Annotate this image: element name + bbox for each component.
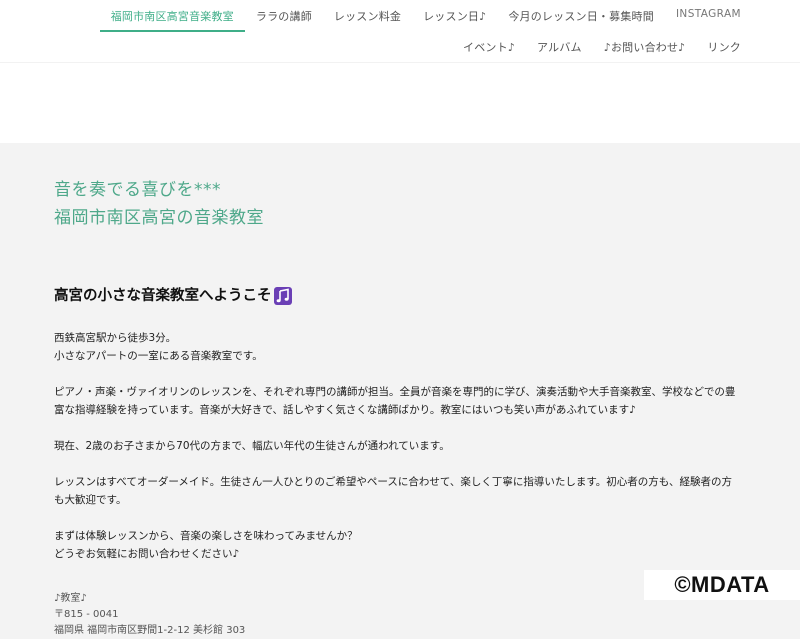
main-nav-row-1: 福岡市南区高宮音楽教室 ララの講師 レッスン料金 レッスン日♪ 今月のレッスン日… — [99, 0, 752, 32]
header-spacer — [0, 62, 800, 143]
nav-item-lesson-days[interactable]: レッスン日♪ — [412, 0, 497, 30]
paragraph-line: どうぞお気軽にお問い合わせください♪ — [54, 548, 240, 560]
intro-paragraph-lessons: レッスンはすべてオーダーメイド。生徒さん一人ひとりのご希望やペースに合わせて、楽… — [54, 473, 764, 509]
paragraph-line: も大歓迎です。 — [54, 494, 127, 506]
intro-paragraph-location: 西鉄高宮駅から徒歩3分。 小さなアパートの一室にある音楽教室です。 — [54, 329, 764, 365]
paragraph-line: ピアノ・声楽・ヴァイオリンのレッスンを、それぞれ専門の講師が担当。全員が音楽を専… — [54, 386, 736, 398]
intro-paragraph-instructors: ピアノ・声楽・ヴァイオリンのレッスンを、それぞれ専門の講師が担当。全員が音楽を専… — [54, 383, 764, 419]
nav-item-instructors[interactable]: ララの講師 — [245, 0, 323, 30]
welcome-title: 高宮の小さな音楽教室へようこそ — [54, 288, 272, 304]
paragraph-line: 小さなアパートの一室にある音楽教室です。 — [54, 350, 263, 362]
paragraph-line: 西鉄高宮駅から徒歩3分。 — [54, 332, 177, 344]
music-notes-icon — [273, 287, 292, 305]
hero-subtitle: 福岡市南区高宮の音楽教室 — [54, 208, 264, 228]
paragraph-line: まずは体験レッスンから、音楽の楽しさを味わってみませんか？ — [54, 530, 358, 542]
nav-item-album[interactable]: アルバム — [526, 32, 593, 61]
address-street: 福岡県 福岡市南区野間1-2-12 美杉館 303 — [54, 625, 246, 636]
site-header: 福岡市南区高宮音楽教室 ララの講師 レッスン料金 レッスン日♪ 今月のレッスン日… — [0, 0, 800, 143]
nav-item-links[interactable]: リンク — [696, 32, 752, 61]
nav-item-fees[interactable]: レッスン料金 — [323, 0, 412, 30]
nav-item-instagram[interactable]: INSTAGRAM — [665, 0, 752, 30]
hero-tagline: 音を奏でる喜びを*** — [54, 180, 221, 200]
nav-item-monthly-schedule[interactable]: 今月のレッスン日・募集時間 — [497, 0, 665, 30]
paragraph-line: 現在、2歳のお子さまから70代の方まで、幅広い年代の生徒さんが通われています。 — [54, 440, 450, 452]
intro-paragraph-trial: まずは体験レッスンから、音楽の楽しさを味わってみませんか？ どうぞお気軽にお問い… — [54, 527, 764, 563]
copyright-watermark: ©MDATA — [644, 570, 800, 600]
paragraph-line: レッスンはすべてオーダーメイド。生徒さん一人ひとりのご希望やペースに合わせて、楽… — [54, 476, 732, 488]
main-nav-row-2: イベント♪ アルバム ♪お問い合わせ♪ リンク — [452, 32, 752, 62]
nav-item-home[interactable]: 福岡市南区高宮音楽教室 — [99, 0, 245, 32]
address-postal-code: 〒815 - 0041 — [54, 609, 119, 620]
paragraph-line: 富な指導経験を持っています。音楽が大好きで、話しやすく気さくな講師ばかり。教室に… — [54, 404, 636, 416]
nav-item-contact[interactable]: ♪お問い合わせ♪ — [593, 32, 697, 61]
intro-paragraph-students: 現在、2歳のお子さまから70代の方まで、幅広い年代の生徒さんが通われています。 — [54, 437, 764, 455]
welcome-heading: 高宮の小さな音楽教室へようこそ — [54, 285, 764, 307]
nav-item-events[interactable]: イベント♪ — [452, 32, 526, 61]
